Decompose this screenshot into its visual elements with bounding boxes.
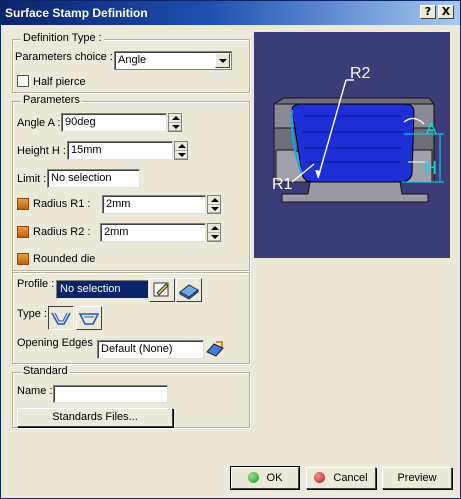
height-spinner[interactable] xyxy=(174,141,188,160)
radius-r2-checkbox[interactable] xyxy=(17,226,29,238)
chevron-down-icon[interactable] xyxy=(215,53,230,68)
type-upward-icon[interactable] xyxy=(48,306,74,330)
half-pierce-label: Half pierce xyxy=(33,76,86,88)
radius-r1-spinner[interactable] xyxy=(207,195,221,214)
parameters-choice-label: Parameters choice : xyxy=(15,51,113,63)
help-button[interactable]: ? xyxy=(420,5,436,19)
dialog-window: Surface Stamp Definition ? X Definition … xyxy=(0,0,461,499)
cancel-icon xyxy=(314,472,326,483)
radius-r2-spinner[interactable] xyxy=(207,223,221,242)
radius-r1-input[interactable]: 2mm xyxy=(102,195,206,214)
radius-r2-label: Radius R2 : xyxy=(33,226,91,238)
height-label: Height H : xyxy=(17,145,66,157)
name-label: Name : xyxy=(17,385,53,397)
opening-edges-label: Opening Edges : xyxy=(17,337,99,349)
r2-label: R2 xyxy=(350,65,371,82)
radius-r2-input[interactable]: 2mm xyxy=(100,223,206,242)
parameters-choice-value: Angle xyxy=(118,54,147,66)
edges-selection-icon[interactable] xyxy=(204,338,226,362)
standard-legend: Standard xyxy=(21,365,70,377)
parameters-legend: Parameters xyxy=(21,94,82,106)
half-pierce-checkbox[interactable] xyxy=(17,75,29,87)
definition-type-legend: Definition Type : xyxy=(21,32,104,44)
sketcher-icon[interactable] xyxy=(149,278,175,302)
angle-input[interactable]: 90deg xyxy=(61,113,167,132)
cancel-label: Cancel xyxy=(333,472,368,484)
ok-button[interactable]: OK xyxy=(230,466,300,490)
radius-r1-checkbox[interactable] xyxy=(17,198,29,210)
angle-label: Angle A : xyxy=(17,117,61,129)
limit-label: Limit : xyxy=(17,173,47,185)
rounded-die-label: Rounded die xyxy=(33,253,96,265)
radius-r1-label: Radius R1 : xyxy=(33,198,91,210)
profile-input[interactable]: No selection xyxy=(56,280,149,299)
cancel-button[interactable]: Cancel xyxy=(306,467,376,489)
h-label: H xyxy=(424,158,437,178)
profile-label: Profile : xyxy=(17,278,55,290)
name-input[interactable] xyxy=(53,385,168,403)
preview-button[interactable]: Preview xyxy=(382,467,452,489)
ok-label: OK xyxy=(266,472,283,484)
close-button[interactable]: X xyxy=(438,5,454,19)
parameters-choice-select[interactable]: Angle xyxy=(114,51,232,70)
a-label: A xyxy=(426,121,437,138)
type-downward-icon[interactable] xyxy=(76,306,102,330)
stamp-preview-image: R2 R1 A H xyxy=(254,32,450,258)
angle-spinner[interactable] xyxy=(168,113,182,132)
window-title: Surface Stamp Definition xyxy=(5,6,148,20)
ok-icon xyxy=(247,472,259,483)
type-label: Type : xyxy=(17,308,47,320)
standards-files-button[interactable]: Standards Files... xyxy=(17,408,173,427)
height-input[interactable]: 15mm xyxy=(67,141,173,160)
rounded-die-checkbox[interactable] xyxy=(17,253,29,265)
title-bar[interactable]: Surface Stamp Definition ? X xyxy=(1,1,460,25)
r1-label: R1 xyxy=(272,176,293,193)
profile-3d-icon[interactable] xyxy=(176,278,202,302)
limit-input[interactable]: No selection xyxy=(47,169,140,188)
opening-edges-input[interactable]: Default (None) xyxy=(97,340,204,359)
